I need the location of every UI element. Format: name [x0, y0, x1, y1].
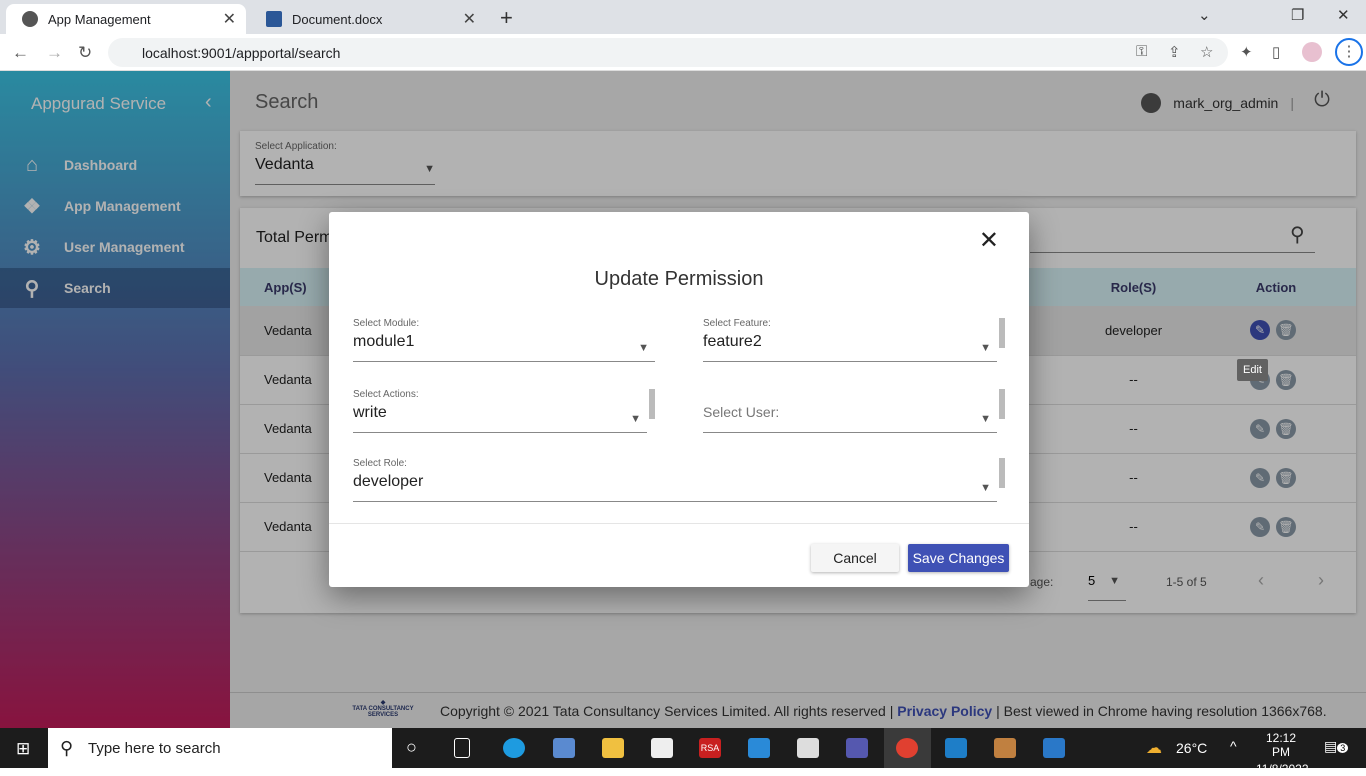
- profile-avatar[interactable]: [1302, 42, 1322, 62]
- menu-icon[interactable]: ⋮: [1335, 38, 1363, 66]
- scrollbar[interactable]: [999, 318, 1005, 348]
- restore-button[interactable]: ❐: [1291, 6, 1304, 24]
- new-tab-button[interactable]: +: [500, 5, 513, 31]
- cancel-button[interactable]: Cancel: [811, 544, 899, 572]
- taskbar-search[interactable]: ⚲ Type here to search: [48, 728, 392, 768]
- globe-icon: [22, 11, 38, 27]
- app-window-icon[interactable]: [797, 738, 819, 758]
- browser-tabbar: App Management ✕ Document.docx ✕ + ⌄ ❐ ✕: [0, 0, 1366, 34]
- chevron-up-icon[interactable]: ^: [1230, 738, 1237, 754]
- photos-icon[interactable]: [1043, 738, 1065, 758]
- star-icon[interactable]: ☆: [1200, 43, 1213, 61]
- extensions-icon[interactable]: ✦: [1240, 43, 1253, 61]
- share-icon[interactable]: ⇪: [1168, 43, 1181, 61]
- installer-icon[interactable]: [994, 738, 1016, 758]
- close-icon[interactable]: ✕: [979, 226, 999, 255]
- address-bar-row: ← → ↻ localhost:9001/appportal/search ⚿ …: [0, 34, 1366, 71]
- store-icon[interactable]: [651, 738, 673, 758]
- actions-select[interactable]: Select Actions: write ▼: [353, 389, 655, 433]
- windows-start-icon[interactable]: ⊞: [16, 739, 30, 759]
- sidepanel-icon[interactable]: ▯: [1272, 43, 1280, 61]
- tab-search-icon[interactable]: ⌄: [1198, 6, 1211, 24]
- rsa-icon[interactable]: RSA: [699, 738, 721, 758]
- taskbar: ⊞ ⚲ Type here to search ○ RSA ☁ 26°C ^ 12…: [0, 728, 1366, 776]
- forward-icon[interactable]: →: [46, 43, 63, 63]
- chrome-taskbar-item[interactable]: [884, 728, 931, 768]
- search-icon: ⚲: [60, 737, 74, 758]
- cortana-icon[interactable]: ○: [406, 737, 417, 758]
- chevron-down-icon: ▼: [630, 413, 641, 425]
- url-input[interactable]: localhost:9001/appportal/search: [108, 38, 1228, 67]
- chevron-down-icon: ▼: [980, 342, 991, 354]
- word-icon: [266, 11, 282, 27]
- teams-icon[interactable]: [846, 738, 868, 758]
- tab-document[interactable]: Document.docx ✕: [250, 4, 486, 34]
- role-select[interactable]: Select Role: developer ▼: [353, 458, 1005, 502]
- file-explorer-icon[interactable]: [602, 738, 624, 758]
- task-view-icon[interactable]: [454, 738, 470, 758]
- scrollbar[interactable]: [649, 389, 655, 419]
- tata-icon[interactable]: [945, 738, 967, 758]
- edge-icon[interactable]: [503, 738, 525, 758]
- feature-select[interactable]: Select Feature: feature2 ▼: [703, 318, 1005, 362]
- weather-icon[interactable]: ☁: [1146, 738, 1162, 758]
- chevron-down-icon: ▼: [980, 482, 991, 494]
- reload-icon[interactable]: ↻: [78, 43, 92, 63]
- tab-app-management[interactable]: App Management ✕: [6, 4, 246, 34]
- weather-temp[interactable]: 26°C: [1176, 740, 1207, 756]
- divider: [329, 523, 1029, 524]
- scrollbar[interactable]: [999, 458, 1005, 488]
- close-tab-icon[interactable]: ✕: [463, 9, 476, 29]
- edit-tooltip: Edit: [1237, 359, 1268, 381]
- chevron-down-icon: ▼: [980, 413, 991, 425]
- close-window-button[interactable]: ✕: [1337, 6, 1350, 24]
- back-icon[interactable]: ←: [12, 43, 29, 63]
- scrollbar[interactable]: [999, 389, 1005, 419]
- update-permission-dialog: ✕ Update Permission Select Module: module…: [329, 212, 1029, 587]
- close-tab-icon[interactable]: ✕: [223, 9, 236, 29]
- key-icon[interactable]: ⚿: [1136, 43, 1147, 60]
- network-app-icon[interactable]: [553, 738, 575, 758]
- module-select[interactable]: Select Module: module1 ▼: [353, 318, 655, 362]
- notifications-icon[interactable]: ▤ 3: [1324, 738, 1349, 755]
- save-changes-button[interactable]: Save Changes: [908, 544, 1009, 572]
- dialog-title: Update Permission: [594, 268, 764, 290]
- clock[interactable]: 12:12 PM 11/8/2022: [1256, 731, 1309, 776]
- vscode-icon[interactable]: [748, 738, 770, 758]
- chevron-down-icon: ▼: [638, 342, 649, 354]
- user-select[interactable]: Select User: ▼: [703, 389, 1005, 433]
